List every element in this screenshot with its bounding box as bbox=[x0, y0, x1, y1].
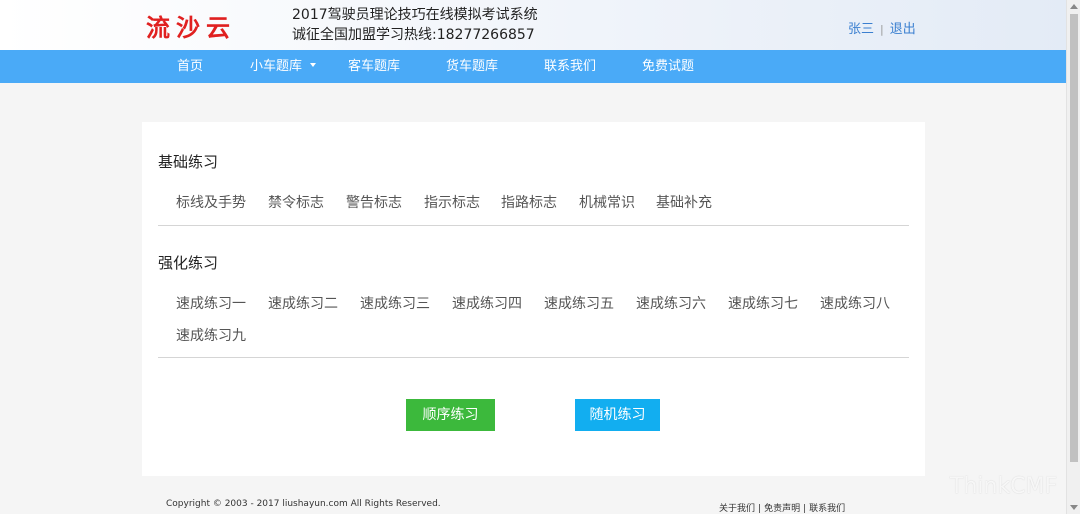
nav-free-questions[interactable]: 免费试题 bbox=[642, 50, 694, 83]
site-title-line2: 诚征全国加盟学习热线:18277266857 bbox=[292, 27, 535, 43]
advanced-item-2[interactable]: 速成练习二 bbox=[268, 293, 338, 313]
random-practice-button[interactable]: 随机练习 bbox=[575, 399, 660, 431]
section-divider bbox=[158, 357, 909, 358]
site-title: 2017驾驶员理论技巧在线模拟考试系统 诚征全国加盟学习热线:182772668… bbox=[292, 5, 538, 45]
basic-item-supplement[interactable]: 基础补充 bbox=[656, 192, 712, 212]
site-logo[interactable]: 流沙云 bbox=[146, 8, 236, 43]
nav-truck-bank[interactable]: 货车题库 bbox=[446, 50, 498, 83]
advanced-item-8[interactable]: 速成练习八 bbox=[820, 293, 890, 313]
advanced-item-1[interactable]: 速成练习一 bbox=[176, 293, 246, 313]
logout-link[interactable]: 退出 bbox=[890, 22, 916, 37]
basic-item-markings[interactable]: 标线及手势 bbox=[176, 192, 246, 212]
site-header: 流沙云 2017驾驶员理论技巧在线模拟考试系统 诚征全国加盟学习热线:18277… bbox=[0, 0, 1066, 50]
footer-link-about[interactable]: 关于我们 bbox=[719, 504, 755, 514]
footer-links: 关于我们 | 免责声明 | 联系我们 bbox=[719, 501, 845, 514]
thinkcmf-watermark: ThinkCMF bbox=[950, 474, 1058, 499]
basic-item-mechanics[interactable]: 机械常识 bbox=[579, 192, 635, 212]
nav-car-bank-label: 小车题库 bbox=[250, 59, 303, 74]
basic-item-indication[interactable]: 指示标志 bbox=[424, 192, 480, 212]
basic-practice-title: 基础练习 bbox=[158, 153, 219, 171]
nav-car-bank[interactable]: 小车题库 bbox=[250, 50, 317, 83]
scroll-down-arrow-icon[interactable] bbox=[1070, 505, 1078, 510]
advanced-item-9[interactable]: 速成练习九 bbox=[176, 325, 246, 345]
advanced-item-3[interactable]: 速成练习三 bbox=[360, 293, 430, 313]
footer-separator: | bbox=[758, 504, 762, 514]
advanced-item-6[interactable]: 速成练习六 bbox=[636, 293, 706, 313]
footer-link-contact[interactable]: 联系我们 bbox=[809, 504, 845, 514]
advanced-practice-title: 强化练习 bbox=[158, 254, 219, 272]
nav-home[interactable]: 首页 bbox=[177, 50, 203, 83]
advanced-item-4[interactable]: 速成练习四 bbox=[452, 293, 522, 313]
site-title-line1: 2017驾驶员理论技巧在线模拟考试系统 bbox=[292, 7, 538, 23]
basic-item-guide[interactable]: 指路标志 bbox=[501, 192, 557, 212]
scrollbar-thumb[interactable] bbox=[1070, 14, 1078, 462]
footer-separator: | bbox=[803, 504, 807, 514]
user-separator: | bbox=[880, 23, 884, 36]
basic-item-warning[interactable]: 警告标志 bbox=[346, 192, 402, 212]
section-divider bbox=[158, 225, 909, 226]
user-name-link[interactable]: 张三 bbox=[848, 22, 874, 37]
basic-item-prohibition[interactable]: 禁令标志 bbox=[268, 192, 324, 212]
sequential-practice-button[interactable]: 顺序练习 bbox=[406, 399, 495, 431]
scroll-up-arrow-icon[interactable] bbox=[1070, 4, 1078, 9]
footer-copyright: Copyright © 2003 - 2017 liushayun.com Al… bbox=[166, 499, 441, 509]
vertical-scrollbar[interactable] bbox=[1066, 0, 1080, 514]
chevron-down-icon bbox=[310, 62, 317, 67]
user-area: 张三 | 退出 bbox=[848, 18, 916, 37]
advanced-item-7[interactable]: 速成练习七 bbox=[728, 293, 798, 313]
nav-contact[interactable]: 联系我们 bbox=[544, 50, 596, 83]
advanced-item-5[interactable]: 速成练习五 bbox=[544, 293, 614, 313]
practice-panel: 基础练习 标线及手势 禁令标志 警告标志 指示标志 指路标志 机械常识 基础补充… bbox=[142, 122, 925, 476]
nav-bus-bank[interactable]: 客车题库 bbox=[348, 50, 400, 83]
footer-link-disclaimer[interactable]: 免责声明 bbox=[764, 504, 800, 514]
main-nav: 首页 小车题库 客车题库 货车题库 联系我们 免费试题 bbox=[0, 50, 1066, 83]
